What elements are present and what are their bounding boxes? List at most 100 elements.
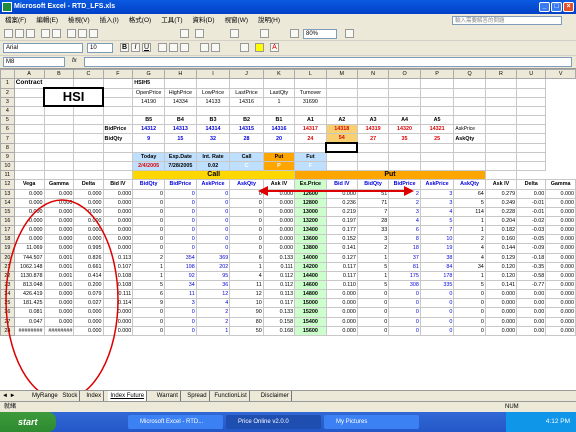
help-search-input[interactable]: 輸入需要解答的問題 [452,16,562,25]
table-cell[interactable]: 34 [164,279,197,291]
table-cell[interactable]: 14000 [294,252,327,263]
table-cell[interactable]: 11 [164,289,197,300]
table-cell[interactable]: 15200 [294,307,327,318]
table-cell[interactable]: 0.000 [325,289,358,300]
col-header[interactable]: K [262,68,296,80]
table-cell[interactable]: 0.000 [73,215,104,227]
table-cell[interactable]: 50 [229,325,264,336]
table-cell[interactable]: 1 [132,270,166,281]
table-cell[interactable]: 0.000 [102,234,134,245]
table-cell[interactable]: 18 [388,243,421,254]
contract-symbol[interactable]: HSI [43,87,105,108]
table-cell[interactable]: 0.000 [545,206,576,217]
table-cell[interactable]: 0.000 [43,234,75,245]
row-header[interactable]: 15 [0,206,15,217]
table-cell[interactable]: 0 [132,197,166,208]
table-cell[interactable]: 0.000 [484,289,518,300]
table-cell[interactable]: 10 [419,234,455,245]
table-cell[interactable]: 4 [453,243,486,254]
table-cell[interactable]: 0.120 [484,261,518,272]
table-cell[interactable]: 6 [132,289,166,300]
table-cell[interactable]: 0.000 [545,243,576,254]
table-cell[interactable]: 0.000 [102,325,134,336]
table-cell[interactable]: 0 [229,215,264,227]
table-cell[interactable]: -0.01 [516,197,547,208]
task-excel[interactable]: Microsoft Excel - RTD... [128,415,223,429]
table-cell[interactable]: 2 [132,252,166,263]
table-cell[interactable]: 0.000 [73,206,104,217]
table-cell[interactable]: 0 [419,325,455,336]
chart-icon[interactable] [290,29,299,38]
table-cell[interactable]: 0.000 [262,206,296,217]
table-cell[interactable]: 0.129 [484,252,518,263]
table-cell[interactable]: 0 [229,243,264,254]
table-cell[interactable]: 0.000 [73,307,104,318]
table-cell[interactable]: 4 [388,215,421,227]
table-cell[interactable]: 0.00 [516,307,547,318]
table-cell[interactable]: 0 [229,206,264,217]
table-cell[interactable]: 0 [164,243,197,254]
table-cell[interactable]: 0.112 [262,279,296,291]
percent-icon[interactable] [211,43,220,52]
paste-icon[interactable] [89,29,98,38]
table-cell[interactable]: 37 [388,252,421,263]
table-cell[interactable]: 14800 [294,289,327,300]
table-cell[interactable]: 0.001 [43,270,75,281]
table-cell[interactable]: 36 [195,279,231,291]
sheet-tab[interactable]: Index [84,391,105,401]
table-cell[interactable]: 0.110 [325,279,358,291]
table-cell[interactable]: 0 [388,298,421,309]
table-cell[interactable]: -0.09 [516,243,547,254]
table-cell[interactable]: 0 [132,206,166,217]
table-cell[interactable]: 0.001 [43,252,75,263]
table-cell[interactable]: 0.000 [43,298,75,309]
table-cell[interactable]: 0.000 [545,197,576,208]
table-cell[interactable]: 64 [453,188,486,199]
table-cell[interactable]: 0.108 [102,270,134,281]
fill-color-icon[interactable] [255,43,264,52]
table-cell[interactable]: 0 [229,234,264,245]
table-cell[interactable]: 34 [453,261,486,272]
table-cell[interactable]: 744.507 [13,252,45,263]
table-cell[interactable]: 0.236 [325,197,358,208]
col-header[interactable]: N [356,68,390,80]
table-cell[interactable]: 0 [356,298,390,309]
table-cell[interactable]: 0.000 [262,243,296,254]
menu-file[interactable]: 檔案(F) [0,14,31,27]
table-cell[interactable]: 6 [229,252,264,263]
row-header[interactable]: 22 [0,270,15,281]
table-cell[interactable]: 95 [195,270,231,281]
table-cell[interactable]: 0.120 [484,270,518,281]
active-cell[interactable] [325,142,359,154]
table-cell[interactable]: 0.182 [484,225,518,236]
table-cell[interactable]: 0 [195,234,231,245]
table-cell[interactable]: 11.069 [13,243,45,254]
table-cell[interactable]: 0.000 [102,225,134,236]
table-cell[interactable]: 0.000 [73,325,104,336]
table-cell[interactable]: 0.197 [325,215,358,227]
table-cell[interactable]: 0.000 [325,325,358,336]
table-cell[interactable]: 0.000 [73,188,104,199]
table-cell[interactable]: 4 [229,270,264,281]
table-cell[interactable]: 0 [195,225,231,236]
table-cell[interactable]: 0 [164,206,197,217]
table-cell[interactable]: 5 [356,279,390,291]
task-price-online[interactable]: Price Online v2.0.0 [226,415,321,429]
table-cell[interactable]: 0 [229,225,264,236]
table-cell[interactable]: 0 [453,325,486,336]
table-cell[interactable]: 5 [356,261,390,272]
table-cell[interactable]: -0.35 [516,261,547,272]
table-cell[interactable]: 0 [356,325,390,336]
task-my-pictures[interactable]: My Pictures [324,415,419,429]
menu-edit[interactable]: 編輯(E) [31,14,63,27]
zoom-combo[interactable]: 80% [303,29,337,39]
table-cell[interactable]: 0.113 [262,289,296,300]
col-header[interactable]: P [419,68,455,80]
sheet-tab[interactable]: FunctionList [212,391,250,401]
table-cell[interactable]: 0.000 [102,316,134,327]
minimize-icon[interactable]: _ [539,2,550,12]
table-cell[interactable]: 0 [356,307,390,318]
table-cell[interactable]: 4 [419,206,455,217]
table-cell[interactable]: 0 [164,316,197,327]
maximize-icon[interactable]: □ [551,2,562,12]
